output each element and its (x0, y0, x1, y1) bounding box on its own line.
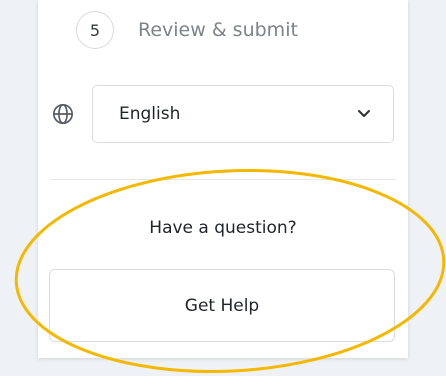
language-select[interactable]: English (92, 85, 394, 143)
step-number-badge: 5 (76, 11, 114, 49)
language-selected-value: English (119, 104, 181, 124)
get-help-button[interactable]: Get Help (49, 269, 395, 342)
section-divider (50, 179, 396, 180)
step-review-submit[interactable]: 5 Review & submit (76, 8, 298, 52)
step-label: Review & submit (138, 19, 298, 41)
globe-icon (53, 104, 73, 124)
help-question-text: Have a question? (149, 218, 297, 238)
sidebar-panel: 5 Review & submit English Have a questio… (38, 0, 408, 358)
chevron-down-icon (358, 110, 370, 117)
